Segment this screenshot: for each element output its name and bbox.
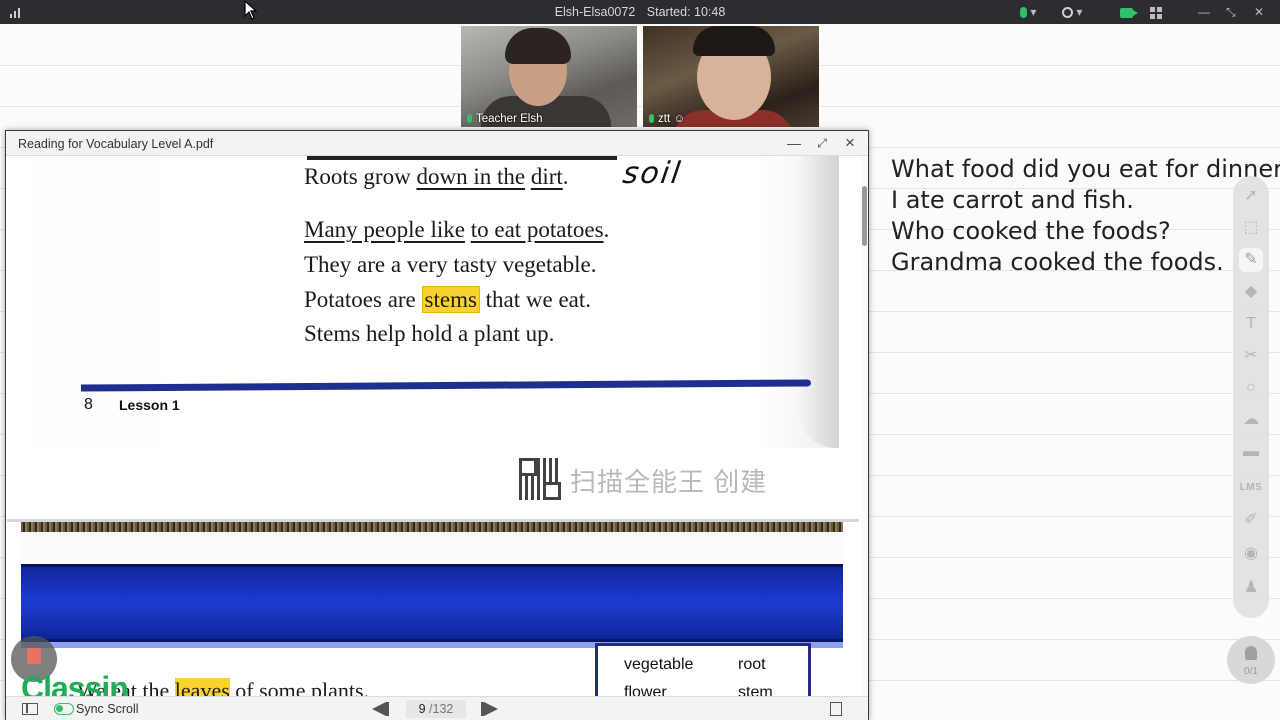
select-tool[interactable]: ➚ — [1239, 184, 1263, 208]
users-icon: ♟ — [1243, 579, 1259, 596]
vocab-word: root — [738, 656, 766, 673]
whiteboard-text: What food did you eat for dinner? I ate … — [891, 154, 1280, 278]
session-title: Elsh-Elsa0072 Started: 10:48 — [0, 5, 1280, 19]
grid-icon — [1150, 6, 1162, 19]
chat-tool[interactable]: ◉ — [1239, 542, 1263, 566]
person-icon — [1245, 646, 1257, 660]
circle-icon: ○ — [1246, 379, 1256, 396]
vocab-word: stem — [738, 684, 773, 696]
toolbox-tool[interactable]: ▬ — [1239, 440, 1263, 464]
scissors-icon: ✂ — [1244, 347, 1258, 364]
chevron-down-icon: ▾ — [1076, 5, 1083, 19]
video-tile-teacher[interactable]: Teacher Elsh — [461, 26, 637, 127]
eraser-tool[interactable]: ◆ — [1239, 280, 1263, 304]
pdf-content[interactable]: Roots grow down in the dirt. soil Many p… — [7, 156, 859, 696]
cloud-tool[interactable]: ☁ — [1239, 408, 1263, 432]
top-bar: Elsh-Elsa0072 Started: 10:48 ▾ ▾ — ⤡ ✕ — [0, 0, 1280, 24]
pdf-maximize-button[interactable]: ⤢ — [812, 134, 832, 152]
session-started: Started: 10:48 — [646, 5, 726, 19]
edit-tool[interactable]: ✐ — [1239, 508, 1263, 532]
reward-icon: ☺ — [673, 113, 686, 125]
page-text-line: Many people like to eat potatoes. — [304, 217, 610, 242]
minimize-icon: — — [1198, 5, 1210, 19]
scanner-watermark: 扫描全能王 创建 — [570, 467, 768, 497]
lms-tool[interactable]: LMS — [1239, 474, 1263, 498]
page-text-line: Roots grow down in the dirt. — [304, 164, 569, 189]
highlighted-word: stems — [421, 286, 480, 313]
pen-tool[interactable]: ✎ — [1239, 248, 1263, 272]
whiteboard-line: I ate carrot and fish. — [891, 186, 1134, 214]
page-banner — [21, 564, 843, 642]
shape-tool[interactable]: ○ — [1239, 376, 1263, 400]
box-select-icon: ⬚ — [1243, 219, 1259, 236]
cloud-icon: ☁ — [1243, 411, 1259, 428]
video-toggle-button[interactable] — [1120, 4, 1138, 20]
text-icon: T — [1246, 315, 1256, 332]
minimize-button[interactable]: — — [1198, 4, 1210, 20]
cursor-arrow-icon: ➚ — [1244, 187, 1258, 204]
pen-icon: ✎ — [1244, 251, 1258, 268]
video-name: ztt ☺ — [649, 113, 685, 125]
camera-control[interactable]: ▾ — [1062, 4, 1082, 20]
layout-button[interactable] — [1150, 4, 1162, 20]
users-tool[interactable]: ♟ — [1239, 576, 1263, 600]
whiteboard-line: What food did you eat for dinner? — [891, 155, 1280, 183]
video-tile-student[interactable]: ztt ☺ — [643, 26, 819, 127]
qr-code-icon — [519, 458, 561, 500]
pdf-scrollbar[interactable] — [861, 156, 868, 696]
vocabulary-box: vegetable root flower stem — [595, 643, 811, 696]
vocab-word: vegetable — [624, 656, 694, 673]
camera-icon — [1062, 7, 1073, 19]
pdf-footer-toolbar: Sync Scroll 9 /132 — [6, 696, 868, 720]
pdf-window-header[interactable]: Reading for Vocabulary Level A.pdf — ⤢ × — [6, 131, 868, 156]
pdf-page: We eat the leaves of some plants. vegeta… — [7, 522, 859, 696]
classin-logo: Classin — [21, 670, 129, 696]
page-number: 8 — [84, 396, 93, 413]
whiteboard-line: Who cooked the foods? — [891, 217, 1171, 245]
vocab-word: flower — [624, 684, 667, 696]
scissors-tool[interactable]: ✂ — [1239, 344, 1263, 368]
microphone-icon — [467, 114, 472, 123]
page-text-line: Potatoes are stems that we eat. — [304, 286, 592, 313]
page-text-line: They are a very tasty vegetable. — [304, 252, 597, 277]
pdf-minimize-button[interactable]: — — [784, 134, 804, 152]
pdf-page: Roots grow down in the dirt. soil Many p… — [7, 156, 859, 519]
pdf-viewer-window[interactable]: Reading for Vocabulary Level A.pdf — ⤢ ×… — [5, 130, 869, 720]
box-select-tool[interactable]: ⬚ — [1239, 216, 1263, 240]
lms-icon: LMS — [1239, 482, 1263, 493]
text-tool[interactable]: T — [1239, 312, 1263, 336]
pdf-close-button[interactable]: × — [840, 134, 860, 152]
chat-icon: ◉ — [1244, 545, 1258, 562]
page-text-line: Stems help hold a plant up. — [304, 321, 555, 346]
drawing-toolbar: ➚ ⬚ ✎ ◆ T ✂ ○ ☁ ▬ LMS ✐ ◉ ♟ — [1233, 176, 1269, 618]
microphone-control[interactable]: ▾ — [1020, 4, 1036, 20]
microphone-icon — [649, 114, 654, 123]
video-name: Teacher Elsh — [467, 113, 542, 125]
pdf-filename: Reading for Vocabulary Level A.pdf — [18, 137, 214, 151]
fit-page-icon[interactable] — [830, 702, 842, 716]
whiteboard-line: Grandma cooked the foods. — [891, 248, 1224, 276]
hand-raise-button[interactable]: 0/1 — [1227, 636, 1275, 684]
eraser-icon: ◆ — [1244, 283, 1258, 300]
shrink-icon: ⤡ — [1226, 5, 1236, 19]
page-indicator[interactable]: 9 /132 — [406, 700, 466, 718]
next-page-button[interactable] — [481, 702, 498, 716]
hand-raise-count: 0/1 — [1244, 666, 1258, 677]
video-camera-icon — [1120, 7, 1138, 18]
session-id: Elsh-Elsa0072 — [554, 5, 636, 19]
handwritten-annotation: soil — [620, 156, 685, 191]
microphone-icon — [1020, 7, 1027, 19]
sync-scroll-toggle[interactable] — [54, 703, 74, 715]
edit-icon: ✐ — [1244, 511, 1258, 528]
sync-scroll-label: Sync Scroll — [76, 702, 139, 716]
restore-button[interactable]: ⤡ — [1226, 4, 1236, 20]
lesson-label: Lesson 1 — [119, 397, 180, 413]
close-button[interactable]: ✕ — [1254, 4, 1264, 20]
previous-page-button[interactable] — [372, 702, 389, 716]
chevron-down-icon: ▾ — [1030, 5, 1037, 19]
close-icon: ✕ — [1254, 5, 1265, 19]
sidebar-toggle-icon[interactable] — [22, 703, 38, 715]
toolbox-icon: ▬ — [1243, 443, 1259, 460]
scrollbar-thumb[interactable] — [862, 186, 867, 246]
